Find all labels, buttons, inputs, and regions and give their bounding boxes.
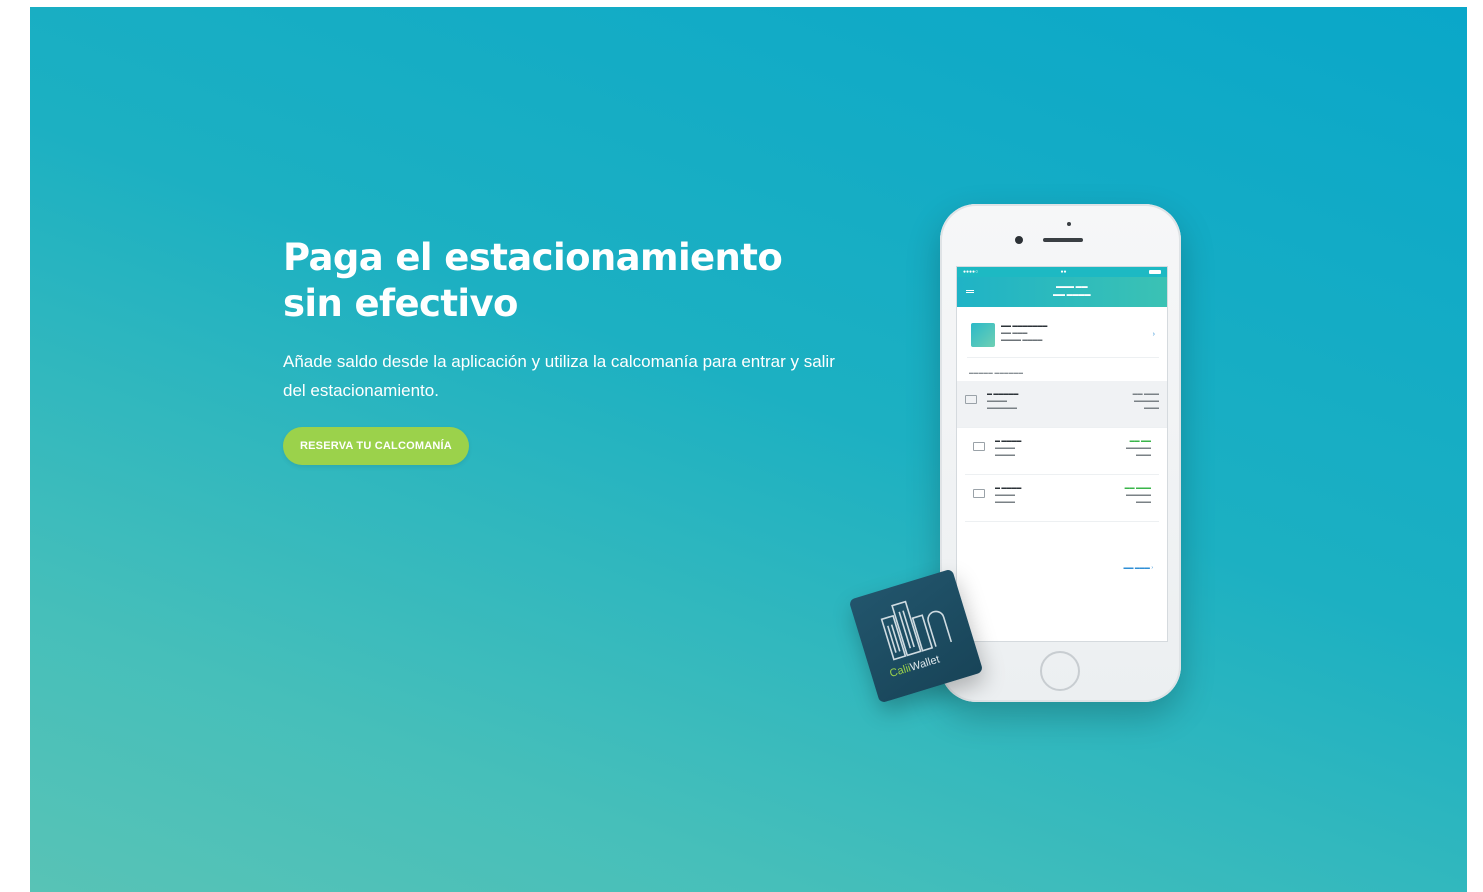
sticker-card: ▬▬ ▬▬▬▬▬▬▬ ▬▬ ▬▬▬ ▬▬▬▬ ▬▬▬▬ › xyxy=(967,317,1159,358)
section-label: ▬▬▬▬▬ ▬▬▬▬▬▬ xyxy=(969,370,1024,375)
list-item: ▬ ▬▬▬▬ ▬▬▬▬ ▬▬▬▬ ▬▬ ▬▬ ▬▬▬▬▬ ▬▬▬ xyxy=(965,428,1159,475)
sticker-thumbnail xyxy=(971,323,995,347)
list-item-amount: ▬▬ ▬▬▬ ▬▬▬▬▬ ▬▬▬ xyxy=(1132,391,1159,411)
title-line-1: Paga el estacionamiento xyxy=(283,236,783,279)
receipt-icon xyxy=(965,395,977,404)
clock-icon: ●● xyxy=(1060,269,1067,275)
chevron-right-icon: › xyxy=(1152,331,1155,338)
phone-screen: ●●●●○ ●● ▬▬▬ ▬▬ ▬▬ ▬▬▬▬ ▬▬ ▬▬▬▬▬▬▬ ▬▬ ▬▬▬… xyxy=(956,266,1168,642)
phone-camera xyxy=(1015,236,1023,244)
menu-icon xyxy=(966,290,974,291)
phone-sensor xyxy=(1067,222,1071,226)
battery-icon xyxy=(1149,270,1161,274)
buildings-logo-icon xyxy=(880,600,953,661)
phone-status-bar: ●●●●○ ●● xyxy=(957,267,1167,277)
hero-copy: Paga el estacionamiento sin efectivo Aña… xyxy=(283,235,843,465)
list-item-text: ▬ ▬▬▬▬ ▬▬▬▬ ▬▬▬▬ xyxy=(995,438,1022,458)
app-header: ▬▬▬ ▬▬ ▬▬ ▬▬▬▬ xyxy=(957,277,1167,307)
list-item: ▬ ▬▬▬▬ ▬▬▬▬ ▬▬▬▬ ▬▬ ▬▬▬ ▬▬▬▬▬ ▬▬▬ xyxy=(965,475,1159,522)
list-item-text: ▬ ▬▬▬▬▬ ▬▬▬▬ ▬▬▬▬▬▬ xyxy=(987,391,1019,411)
list-item-text: ▬ ▬▬▬▬ ▬▬▬▬ ▬▬▬▬ xyxy=(995,485,1022,505)
title-line-2: sin efectivo xyxy=(283,282,518,325)
card-icon xyxy=(973,442,985,451)
list-item-amount: ▬▬ ▬▬ ▬▬▬▬▬ ▬▬▬ xyxy=(1126,438,1151,458)
app-header-balance: ▬▬▬ ▬▬ ▬▬ ▬▬▬▬ xyxy=(1053,284,1091,298)
list-item: ▬ ▬▬▬▬▬ ▬▬▬▬ ▬▬▬▬▬▬ ▬▬ ▬▬▬ ▬▬▬▬▬ ▬▬▬ xyxy=(957,381,1167,428)
phone-mockup: ●●●●○ ●● ▬▬▬ ▬▬ ▬▬ ▬▬▬▬ ▬▬ ▬▬▬▬▬▬▬ ▬▬ ▬▬▬… xyxy=(940,204,1181,702)
home-button xyxy=(1040,651,1080,691)
hero-subtitle: Añade saldo desde la aplicación y utiliz… xyxy=(283,352,835,400)
hero-section: Paga el estacionamiento sin efectivo Aña… xyxy=(30,7,1467,892)
sticker-info: ▬▬ ▬▬▬▬▬▬▬ ▬▬ ▬▬▬ ▬▬▬▬ ▬▬▬▬ xyxy=(1001,323,1048,343)
list-item-amount: ▬▬ ▬▬▬ ▬▬▬▬▬ ▬▬▬ xyxy=(1124,485,1151,505)
reserve-sticker-button[interactable]: RESERVA TU CALCOMANÍA xyxy=(283,427,469,465)
phone-speaker xyxy=(1043,238,1083,242)
see-more-link: ▬▬ ▬▬▬ › xyxy=(1123,565,1153,571)
card-icon xyxy=(973,489,985,498)
signal-icon: ●●●●○ xyxy=(963,269,979,275)
page-title: Paga el estacionamiento sin efectivo xyxy=(283,235,843,327)
